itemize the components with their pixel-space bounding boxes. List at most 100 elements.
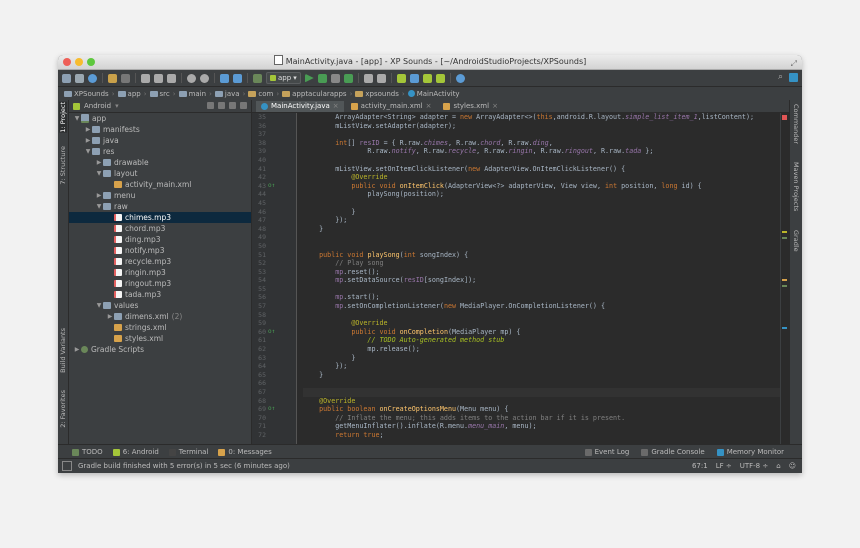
tool-window-todo[interactable]: TODO <box>72 448 103 456</box>
code-line[interactable] <box>303 285 781 294</box>
tree-item-tada-mp3[interactable]: tada.mp3 <box>69 289 251 300</box>
gutter-line[interactable]: 61 <box>252 336 296 345</box>
find-icon[interactable] <box>187 73 196 83</box>
fold-marker-icon[interactable] <box>278 319 286 328</box>
expanded-arrow-icon[interactable]: ▼ <box>95 300 103 311</box>
run-icon[interactable] <box>304 73 314 83</box>
code-line[interactable] <box>303 130 781 139</box>
warning-mark[interactable] <box>782 279 787 281</box>
error-indicator[interactable] <box>782 115 787 120</box>
hector-icon[interactable]: ☺ <box>789 462 796 470</box>
fold-marker-icon[interactable] <box>278 397 286 406</box>
run-configuration-dropdown[interactable]: app ▾ <box>266 72 301 84</box>
code-line[interactable]: }); <box>303 216 781 225</box>
code-line[interactable]: @Override <box>303 319 781 328</box>
code-line[interactable]: } <box>303 371 781 380</box>
gutter-line[interactable]: 54 <box>252 276 296 285</box>
change-mark[interactable] <box>782 237 787 239</box>
gutter-line[interactable]: 41 <box>252 165 296 174</box>
fold-marker-icon[interactable] <box>278 285 286 294</box>
collapsed-arrow-icon[interactable]: ▶ <box>84 124 92 135</box>
fold-marker-icon[interactable] <box>278 130 286 139</box>
gutter-line[interactable]: 69 o↑ <box>252 405 296 414</box>
gutter-line[interactable]: 56 <box>252 293 296 302</box>
sdk-manager-icon[interactable] <box>422 73 432 83</box>
fold-marker-icon[interactable] <box>278 345 286 354</box>
fold-marker-icon[interactable] <box>278 354 286 363</box>
tree-item-app[interactable]: ▼ app <box>69 113 251 124</box>
code-line[interactable]: mp.reset(); <box>303 268 781 277</box>
override-marker-icon[interactable]: o↑ <box>266 328 278 337</box>
override-marker-icon[interactable] <box>266 336 278 345</box>
override-marker-icon[interactable] <box>266 285 278 294</box>
gutter-line[interactable]: 35 <box>252 113 296 122</box>
fold-marker-icon[interactable] <box>278 336 286 345</box>
tool-tab-project[interactable]: 1: Project <box>59 102 67 133</box>
code-line[interactable]: getMenuInflater().inflate(R.menu.menu_ma… <box>303 422 781 431</box>
sync-scroll-icon[interactable] <box>207 102 214 109</box>
override-marker-icon[interactable] <box>266 354 278 363</box>
override-marker-icon[interactable] <box>266 139 278 148</box>
expanded-arrow-icon[interactable]: ▼ <box>84 146 92 157</box>
tool-window-event-log[interactable]: Event Log <box>584 448 629 456</box>
redo-icon[interactable] <box>121 73 130 83</box>
tree-item-dimens-xml[interactable]: ▶ dimens.xml (2) <box>69 311 251 322</box>
tree-item-layout[interactable]: ▼ layout <box>69 168 251 179</box>
status-message[interactable]: Gradle build finished with 5 error(s) in… <box>78 462 290 470</box>
code-line[interactable]: } <box>303 208 781 217</box>
override-marker-icon[interactable] <box>266 388 278 397</box>
override-marker-icon[interactable] <box>266 190 278 199</box>
toggle-tool-windows-icon[interactable] <box>62 461 72 471</box>
gutter-line[interactable]: 62 <box>252 345 296 354</box>
breadcrumb-apptacularapps[interactable]: apptacularapps <box>282 90 347 98</box>
breadcrumb-main[interactable]: main <box>178 90 206 98</box>
sync-icon[interactable] <box>88 73 97 83</box>
gutter-line[interactable]: 64 <box>252 362 296 371</box>
user-icon[interactable] <box>789 73 798 82</box>
expanded-arrow-icon[interactable]: ▼ <box>73 113 81 124</box>
tree-item-drawable[interactable]: ▶ drawable <box>69 157 251 168</box>
fold-marker-icon[interactable] <box>278 302 286 311</box>
code-line[interactable]: public void onItemClick(AdapterView<?> a… <box>303 182 781 191</box>
override-marker-icon[interactable] <box>266 199 278 208</box>
override-marker-icon[interactable] <box>266 302 278 311</box>
gutter-line[interactable]: 36 <box>252 122 296 131</box>
fold-marker-icon[interactable] <box>278 414 286 423</box>
code-line[interactable]: } <box>303 354 781 363</box>
fold-marker-icon[interactable] <box>278 233 286 242</box>
info-mark[interactable] <box>782 327 787 329</box>
collapsed-arrow-icon[interactable]: ▶ <box>84 135 92 146</box>
gutter-line[interactable]: 60 o↑ <box>252 328 296 337</box>
code-line[interactable]: mListView.setAdapter(adapter); <box>303 122 781 131</box>
override-marker-icon[interactable] <box>266 208 278 217</box>
gear-icon[interactable] <box>229 102 236 109</box>
tree-item-recycle-mp3[interactable]: recycle.mp3 <box>69 256 251 267</box>
fold-marker-icon[interactable] <box>278 311 286 320</box>
gutter-line[interactable]: 38 <box>252 139 296 148</box>
fold-marker-icon[interactable] <box>278 208 286 217</box>
gutter-line[interactable]: 37 <box>252 130 296 139</box>
expanded-arrow-icon[interactable]: ▼ <box>95 168 103 179</box>
open-folder-icon[interactable] <box>62 73 71 83</box>
fold-marker-icon[interactable] <box>278 122 286 131</box>
breadcrumb-xpsounds[interactable]: XPSounds <box>64 90 109 98</box>
code-line[interactable]: int[] resID = { R.raw.chimes, R.raw.chor… <box>303 139 781 148</box>
override-marker-icon[interactable]: o↑ <box>266 182 278 191</box>
override-marker-icon[interactable] <box>266 422 278 431</box>
tree-item-chord-mp3[interactable]: chord.mp3 <box>69 223 251 234</box>
replace-icon[interactable] <box>200 73 209 83</box>
fold-marker-icon[interactable] <box>278 293 286 302</box>
close-tab-icon[interactable]: × <box>492 101 498 112</box>
tree-item-styles-xml[interactable]: styles.xml <box>69 333 251 344</box>
override-marker-icon[interactable] <box>266 165 278 174</box>
override-marker-icon[interactable] <box>266 345 278 354</box>
gutter-line[interactable]: 63 <box>252 354 296 363</box>
close-window-button[interactable] <box>63 58 71 66</box>
override-marker-icon[interactable] <box>266 293 278 302</box>
code-line[interactable]: playSong(position); <box>303 190 781 199</box>
fold-marker-icon[interactable] <box>278 328 286 337</box>
collapsed-arrow-icon[interactable]: ▶ <box>95 157 103 168</box>
tree-item-ringout-mp3[interactable]: ringout.mp3 <box>69 278 251 289</box>
override-marker-icon[interactable] <box>266 113 278 122</box>
tree-item-values[interactable]: ▼ values <box>69 300 251 311</box>
